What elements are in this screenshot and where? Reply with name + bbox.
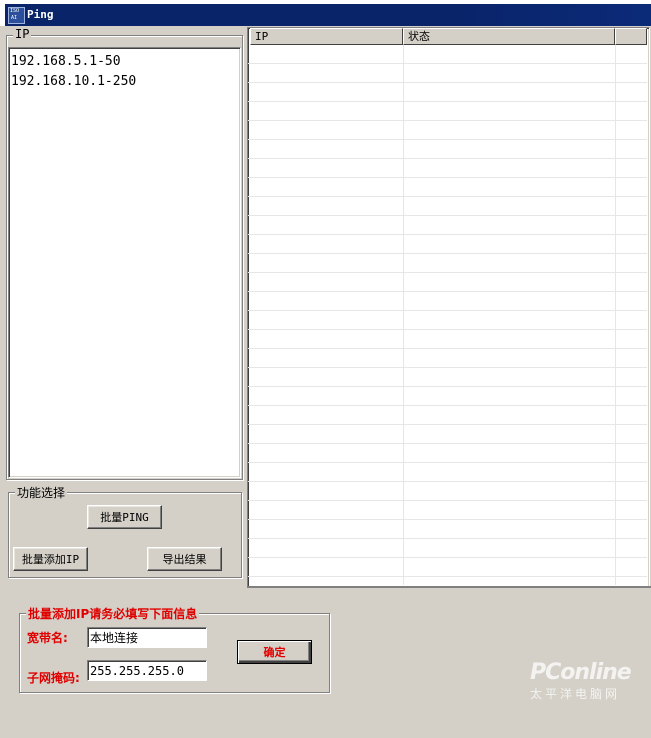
- grid-row-line: [248, 196, 647, 197]
- grid-row-line: [248, 500, 647, 501]
- broadband-name-field[interactable]: [87, 627, 207, 648]
- ip-range-line: 192.168.10.1-250: [11, 74, 137, 89]
- watermark-subtitle: 太平洋电脑网: [530, 687, 621, 701]
- export-results-button[interactable]: 导出结果: [147, 547, 222, 571]
- grid-row-line: [248, 291, 647, 292]
- grid-row-line: [248, 158, 647, 159]
- grid-row-line: [248, 63, 647, 64]
- result-listview[interactable]: IP 状态: [247, 27, 650, 588]
- grid-row-line: [248, 234, 647, 235]
- column-header-status[interactable]: 状态: [403, 28, 615, 45]
- grid-row-line: [248, 139, 647, 140]
- grid-row-line: [248, 386, 647, 387]
- batch-add-ip-button[interactable]: 批量添加IP: [13, 547, 88, 571]
- grid-row-line: [248, 367, 647, 368]
- listview-bottom-edge: [247, 586, 651, 588]
- broadband-name-label: 宽带名:: [27, 631, 68, 645]
- confirm-button[interactable]: 确定: [237, 640, 312, 664]
- grid-column-line: [403, 45, 404, 585]
- column-header-ip[interactable]: IP: [250, 28, 403, 45]
- grid-row-line: [248, 519, 647, 520]
- grid-row-line: [248, 177, 647, 178]
- subnet-mask-label: 子网掩码:: [27, 671, 80, 685]
- title-bar-fill: [5, 4, 651, 26]
- window-frame-left: [0, 26, 4, 738]
- grid-row-line: [248, 329, 647, 330]
- grid-row-line: [248, 576, 647, 577]
- grid-row-line: [248, 481, 647, 482]
- batch-add-group-legend: 批量添加IP请务必填写下面信息: [26, 605, 200, 622]
- grid-row-line: [248, 272, 647, 273]
- pconline-watermark: PConline 太平洋电脑网: [530, 660, 632, 702]
- ip-group-legend: IP: [13, 27, 32, 41]
- grid-row-line: [248, 101, 647, 102]
- grid-row-line: [248, 82, 647, 83]
- function-group-legend: 功能选择: [15, 484, 68, 501]
- batch-ping-button[interactable]: 批量PING: [87, 505, 162, 529]
- grid-row-line: [248, 120, 647, 121]
- grid-row-line: [248, 215, 647, 216]
- grid-row-line: [248, 253, 647, 254]
- grid-row-line: [248, 462, 647, 463]
- app-icon[interactable]: ISO AI: [8, 7, 25, 24]
- window-title: Ping: [27, 8, 54, 21]
- grid-row-line: [248, 405, 647, 406]
- grid-column-line: [615, 45, 616, 585]
- grid-row-line: [248, 348, 647, 349]
- ip-list-textarea[interactable]: 192.168.5.1-50 192.168.10.1-250: [8, 47, 241, 478]
- watermark-brand: PConline: [530, 660, 632, 685]
- grid-row-line: [248, 443, 647, 444]
- ip-range-line: 192.168.5.1-50: [11, 54, 121, 69]
- column-header-filler: [615, 28, 647, 45]
- subnet-mask-field[interactable]: [87, 660, 207, 681]
- title-bar[interactable]: ISO AI Ping: [0, 0, 651, 26]
- grid-row-line: [248, 424, 647, 425]
- grid-row-line: [248, 557, 647, 558]
- grid-row-line: [248, 538, 647, 539]
- grid-row-line: [248, 310, 647, 311]
